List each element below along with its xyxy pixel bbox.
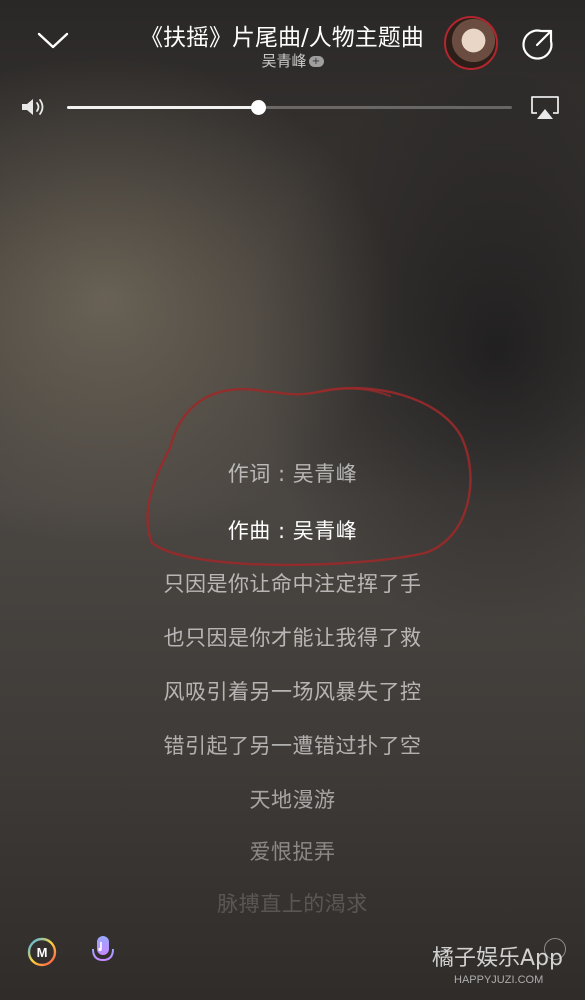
lyric-line: 风吸引着另一场风暴失了控: [163, 680, 422, 704]
speaker-icon: [22, 99, 44, 115]
airplay-button[interactable]: [528, 93, 562, 123]
watermark: 橘子娱乐App HAPPYJUZI.COM: [432, 938, 580, 990]
karaoke-mic-button[interactable]: [88, 934, 118, 968]
watermark-brand: 橘子娱乐App: [432, 946, 563, 971]
lyric-line: 脉搏直上的渴求: [217, 892, 368, 916]
m-feature-button[interactable]: M: [26, 936, 58, 968]
more-circle-icon[interactable]: [544, 938, 566, 960]
share-button[interactable]: [516, 22, 560, 66]
volume-slider[interactable]: [67, 100, 512, 115]
volume-slider-fill: [67, 106, 259, 109]
watermark-url: HAPPYJUZI.COM: [454, 974, 544, 986]
follow-artist-badge[interactable]: +: [308, 56, 324, 67]
share-icon: [522, 29, 553, 60]
album-cover-avatar[interactable]: [444, 16, 498, 70]
volume-slider-thumb[interactable]: [251, 100, 267, 115]
m-logo-icon: M: [27, 937, 57, 967]
lyric-line-current: 作曲 : 吴青峰: [227, 519, 358, 543]
lyric-line: 作词 : 吴青峰: [227, 462, 358, 486]
lyric-line: 只因是你让命中注定挥了手: [163, 572, 422, 596]
song-title: 《扶摇》片尾曲/人物主题曲: [140, 25, 424, 51]
lyric-line: 天地漫游: [249, 788, 336, 812]
microphone-icon: [92, 936, 114, 966]
chevron-down-icon: [37, 32, 69, 49]
artist-row[interactable]: 吴青峰 +: [0, 50, 585, 71]
lyric-line: 也只因是你才能让我得了救: [163, 626, 422, 650]
lyric-line: 爱恨捉弄: [249, 840, 336, 864]
artist-name[interactable]: 吴青峰: [261, 52, 306, 70]
svg-text:M: M: [37, 945, 48, 960]
airplay-icon: [531, 96, 559, 119]
lyric-line: 错引起了另一遭错过扑了空: [163, 734, 422, 758]
volume-button[interactable]: [19, 94, 49, 120]
